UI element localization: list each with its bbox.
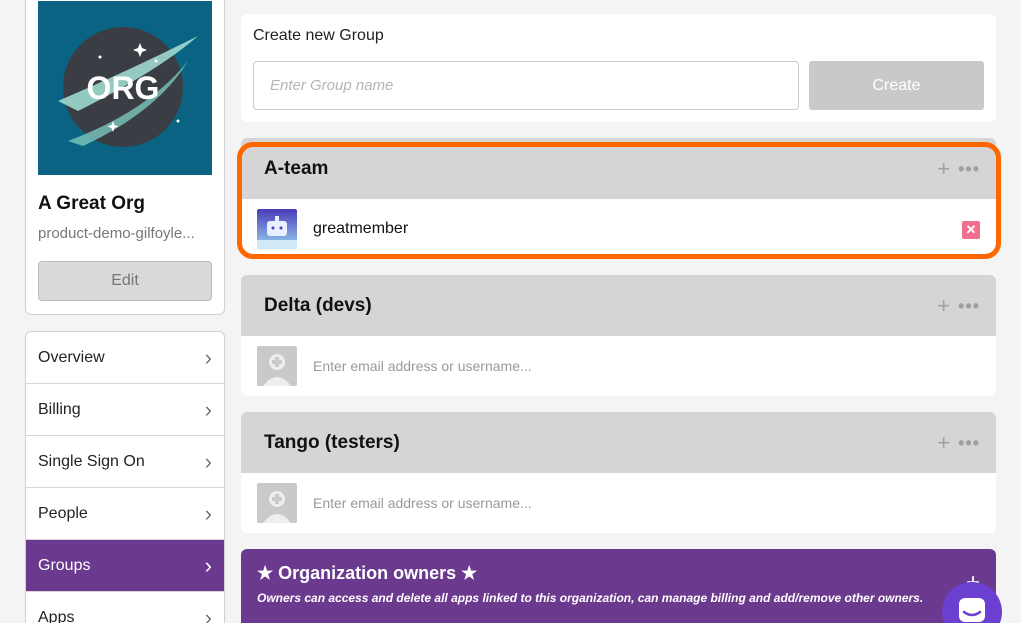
- nav-item-groups[interactable]: Groups ›: [26, 540, 224, 592]
- nav-item-label: Single Sign On: [38, 452, 145, 470]
- group-actions: + •••: [937, 431, 980, 454]
- group-panel-delta: Delta (devs) + •••: [241, 275, 996, 396]
- plus-icon[interactable]: +: [937, 431, 950, 454]
- chevron-right-icon: ›: [204, 552, 212, 578]
- add-member-input[interactable]: [313, 495, 713, 511]
- more-icon[interactable]: •••: [958, 434, 980, 452]
- nav-item-label: Billing: [38, 400, 81, 418]
- owners-panel: ★ Organization owners ★ Owners can acces…: [241, 549, 996, 623]
- add-member-row: [241, 473, 996, 533]
- group-panel-tango: Tango (testers) + •••: [241, 412, 996, 533]
- group-title: Tango (testers): [264, 431, 400, 453]
- edit-org-button[interactable]: Edit: [38, 261, 212, 301]
- chat-icon[interactable]: [942, 582, 1002, 623]
- org-slug: product-demo-gilfoyle...: [38, 225, 195, 242]
- member-username: greatmember: [313, 220, 409, 237]
- group-header: A-team + •••: [241, 138, 996, 199]
- add-member-input[interactable]: [313, 358, 713, 374]
- nav-item-label: Overview: [38, 348, 105, 366]
- group-title: A-team: [264, 157, 329, 179]
- nav-item-label: Apps: [38, 608, 75, 623]
- add-member-row: [241, 336, 996, 396]
- avatar: [257, 209, 297, 249]
- create-group-button[interactable]: Create: [809, 61, 984, 110]
- org-card: ORG A Great Org product-demo-gilfoyle...…: [25, 0, 225, 315]
- chevron-right-icon: ›: [204, 448, 212, 474]
- chevron-right-icon: ›: [204, 500, 212, 526]
- owners-description: Owners can access and delete all apps li…: [257, 591, 924, 605]
- group-actions: + •••: [937, 294, 980, 317]
- group-title: Delta (devs): [264, 294, 372, 316]
- group-header: Delta (devs) + •••: [241, 275, 996, 336]
- nav-item-overview[interactable]: Overview ›: [26, 332, 224, 384]
- member-row: greatmember ✕: [241, 199, 996, 255]
- group-header: Tango (testers) + •••: [241, 412, 996, 473]
- chevron-right-icon: ›: [204, 344, 212, 370]
- create-group-title: Create new Group: [253, 27, 384, 44]
- more-icon[interactable]: •••: [958, 297, 980, 315]
- org-logo-text: ORG: [87, 70, 160, 106]
- chevron-right-icon: ›: [204, 396, 212, 422]
- more-icon[interactable]: •••: [958, 160, 980, 178]
- close-icon[interactable]: ✕: [962, 221, 980, 239]
- chevron-right-icon: ›: [204, 604, 212, 623]
- owners-title: ★ Organization owners ★: [257, 563, 478, 583]
- plus-icon[interactable]: +: [937, 294, 950, 317]
- add-user-icon: [257, 346, 297, 386]
- group-panel-a-team: A-team + ••• greatmember ✕: [241, 138, 996, 255]
- org-logo: ORG: [38, 1, 212, 175]
- nav-item-billing[interactable]: Billing ›: [26, 384, 224, 436]
- add-user-icon: [257, 483, 297, 523]
- group-name-input[interactable]: [253, 61, 799, 110]
- nav-item-people[interactable]: People ›: [26, 488, 224, 540]
- nav-item-apps[interactable]: Apps ›: [26, 592, 224, 623]
- nav-item-label: Groups: [38, 556, 91, 574]
- create-group-panel: Create new Group Create: [241, 14, 996, 122]
- org-name: A Great Org: [38, 193, 145, 214]
- plus-icon[interactable]: +: [937, 157, 950, 180]
- org-settings-nav: Overview › Billing › Single Sign On › Pe…: [25, 331, 225, 623]
- group-actions: + •••: [937, 157, 980, 180]
- nav-item-label: People: [38, 504, 88, 522]
- nav-item-single-sign-on[interactable]: Single Sign On ›: [26, 436, 224, 488]
